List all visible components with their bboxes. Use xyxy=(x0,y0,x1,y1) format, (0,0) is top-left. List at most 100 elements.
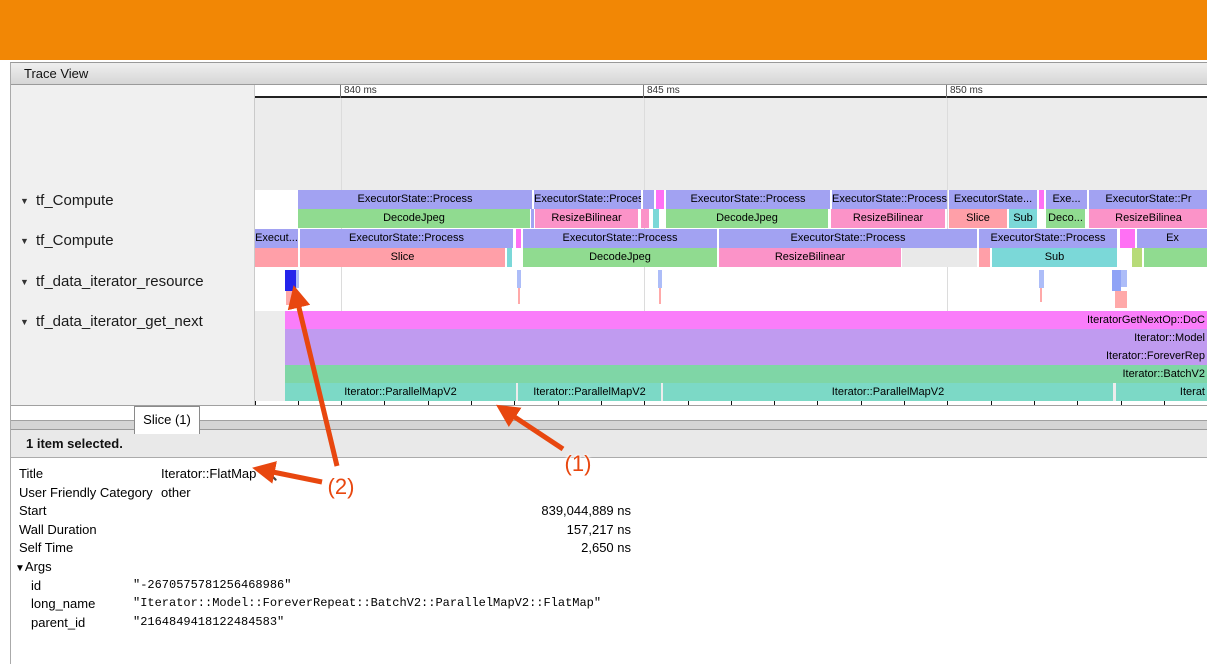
trace-slice[interactable]: ExecutorState::Process xyxy=(832,190,947,209)
ruler-tick xyxy=(1034,401,1035,405)
trace-marker[interactable] xyxy=(658,270,662,288)
ruler-tick xyxy=(298,401,299,405)
trace-slice[interactable]: Sub xyxy=(992,248,1117,267)
trace-marker[interactable] xyxy=(1115,291,1127,308)
trace-viewer-page: Trace View ▼tf_Compute ▼tf_Compute ▼tf_d… xyxy=(0,0,1207,664)
trace-marker[interactable] xyxy=(659,288,661,304)
trace-slice[interactable]: Slice xyxy=(949,209,1007,228)
trace-slice[interactable]: ResizeBilinear xyxy=(535,209,638,228)
ruler-tick xyxy=(558,401,559,405)
time-ruler xyxy=(255,85,1207,98)
ruler-tick xyxy=(688,401,689,405)
trace-marker[interactable] xyxy=(286,291,296,305)
trace-slice[interactable]: ExecutorState::Process xyxy=(979,229,1117,248)
trace-slice[interactable] xyxy=(656,190,664,209)
slice-details: Title Iterator::FlatMap User Friendly Ca… xyxy=(11,458,1207,664)
trace-slice[interactable]: ExecutorState::Process xyxy=(719,229,977,248)
ruler-tick xyxy=(731,401,732,405)
trace-slice[interactable]: Iterator::BatchV2 xyxy=(285,365,1207,383)
ruler-tick xyxy=(644,401,645,405)
trace-slice[interactable] xyxy=(255,248,298,267)
trace-slice[interactable]: DecodeJpeg xyxy=(298,209,530,228)
trace-slice[interactable] xyxy=(516,229,521,248)
trace-slice[interactable]: Iterator::Model xyxy=(285,329,1207,347)
ruler-tick xyxy=(991,401,992,405)
ruler-tick xyxy=(1077,401,1078,405)
chevron-down-icon[interactable]: ▼ xyxy=(20,313,36,331)
trace-slice[interactable]: Iterator::ParallelMapV2 xyxy=(518,383,661,401)
trace-marker[interactable] xyxy=(517,270,521,288)
chevron-down-icon[interactable]: ▼ xyxy=(20,192,36,210)
ruler-tick xyxy=(384,401,385,405)
trace-marker[interactable] xyxy=(1040,288,1042,302)
trace-slice[interactable]: ExecutorState::Process xyxy=(300,229,513,248)
detail-row-title: Title Iterator::FlatMap xyxy=(11,464,1207,483)
trace-slice[interactable] xyxy=(1132,248,1142,267)
top-orange-banner xyxy=(0,0,1207,60)
trace-slice[interactable]: ExecutorState::Process xyxy=(523,229,717,248)
trace-slice[interactable] xyxy=(1039,190,1044,209)
trace-slice[interactable]: Exe... xyxy=(1046,190,1087,209)
chevron-down-icon[interactable]: ▼ xyxy=(20,273,36,291)
trace-slice[interactable]: ExecutorState... xyxy=(949,190,1037,209)
ruler-tick xyxy=(1121,401,1122,405)
trace-slice[interactable]: Slice xyxy=(300,248,505,267)
timeline-chart[interactable]: 840 ms845 ms850 msExecutorState::Process… xyxy=(255,85,1207,405)
track-label-iterator-resource[interactable]: ▼tf_data_iterator_resource xyxy=(20,273,204,291)
chevron-down-icon[interactable]: ▼ xyxy=(15,563,25,574)
trace-marker[interactable] xyxy=(1112,270,1121,291)
arg-row-long-name: long_name "Iterator::Model::ForeverRepea… xyxy=(11,594,1207,613)
window-title: Trace View xyxy=(11,63,1207,85)
ruler-label: 840 ms xyxy=(340,85,377,98)
trace-slice[interactable]: ResizeBilinear xyxy=(831,209,945,228)
trace-marker[interactable] xyxy=(285,270,296,291)
trace-slice[interactable]: Deco... xyxy=(1046,209,1085,228)
detail-row-self-time: Self Time 2,650 ns xyxy=(11,538,1207,557)
trace-slice[interactable]: DecodeJpeg xyxy=(523,248,717,267)
tab-slice[interactable]: Slice (1) xyxy=(134,406,200,434)
detail-row-wall-duration: Wall Duration 157,217 ns xyxy=(11,520,1207,539)
trace-slice[interactable] xyxy=(1120,229,1135,248)
trace-slice[interactable]: ResizeBilinear xyxy=(719,248,901,267)
trace-slice[interactable] xyxy=(1144,248,1207,267)
trace-marker[interactable] xyxy=(518,288,520,304)
trace-slice[interactable]: Sub xyxy=(1009,209,1037,228)
trace-slice[interactable] xyxy=(643,190,654,209)
ruler-tick xyxy=(514,401,515,405)
ruler-tick xyxy=(601,401,602,405)
trace-slice[interactable]: IteratorGetNextOp::DoC xyxy=(285,311,1207,329)
trace-slice[interactable] xyxy=(531,209,534,228)
track-label-tf-compute-1[interactable]: ▼tf_Compute xyxy=(20,192,114,210)
trace-slice[interactable]: Execut... xyxy=(255,229,298,248)
trace-slice[interactable]: Iterator::ParallelMapV2 xyxy=(663,383,1113,401)
slice-title-value: Iterator::FlatMap xyxy=(161,464,256,483)
ruler-label: 850 ms xyxy=(946,85,983,98)
trace-slice[interactable]: DecodeJpeg xyxy=(666,209,828,228)
trace-slice[interactable]: ExecutorState::Process xyxy=(666,190,830,209)
detail-row-start: Start 839,044,889 ns xyxy=(11,501,1207,520)
track-label-iterator-get-next[interactable]: ▼tf_data_iterator_get_next xyxy=(20,313,203,331)
trace-slice[interactable]: Iterator::ParallelMapV2 xyxy=(285,383,516,401)
trace-slice[interactable] xyxy=(641,209,649,228)
trace-slice[interactable]: Iterat xyxy=(1116,383,1207,401)
trace-slice[interactable] xyxy=(979,248,990,267)
trace-slice[interactable] xyxy=(507,248,512,267)
trace-slice[interactable]: ExecutorState::Pr xyxy=(1089,190,1207,209)
trace-marker[interactable] xyxy=(1121,270,1127,287)
selection-count-text: 1 item selected. xyxy=(26,430,123,457)
trace-slice[interactable]: ExecutorState::Process xyxy=(298,190,532,209)
ruler-tick xyxy=(817,401,818,405)
trace-slice[interactable] xyxy=(902,248,977,267)
track-background-band xyxy=(255,98,1207,190)
trace-slice[interactable]: ExecutorState::Process xyxy=(534,190,641,209)
chevron-down-icon[interactable]: ▼ xyxy=(20,232,36,250)
track-label-tf-compute-2[interactable]: ▼tf_Compute xyxy=(20,232,114,250)
trace-marker[interactable] xyxy=(1039,270,1044,288)
ruler-tick xyxy=(904,401,905,405)
trace-slice[interactable] xyxy=(653,209,659,228)
trace-slice[interactable]: Ex xyxy=(1137,229,1207,248)
trace-slice[interactable]: ResizeBilinea xyxy=(1089,209,1207,228)
trace-marker[interactable] xyxy=(296,270,299,288)
args-section-header[interactable]: ▼Args xyxy=(11,557,1207,576)
trace-slice[interactable]: Iterator::ForeverRep xyxy=(285,347,1207,365)
